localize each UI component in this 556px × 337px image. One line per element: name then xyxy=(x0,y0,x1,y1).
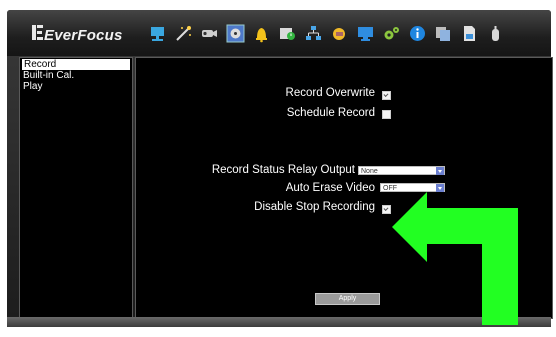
apply-button[interactable]: Apply xyxy=(315,293,380,305)
info-icon[interactable] xyxy=(408,24,427,43)
network-tree-icon[interactable] xyxy=(304,24,323,43)
alarm-bell-icon[interactable] xyxy=(252,24,271,43)
auto-erase-value: OFF xyxy=(383,185,397,192)
record-film-icon[interactable] xyxy=(226,24,245,43)
display-icon[interactable] xyxy=(356,24,375,43)
camera-icon[interactable] xyxy=(200,24,219,43)
magic-wand-icon[interactable] xyxy=(174,24,193,43)
sidebar-item-play[interactable]: Play xyxy=(20,81,132,92)
event-icon[interactable] xyxy=(330,24,349,43)
schedule-record-label: Schedule Record xyxy=(286,107,375,119)
annotation-arrow-icon xyxy=(392,192,518,325)
schedule-record-checkbox[interactable] xyxy=(382,110,391,119)
document-icon[interactable] xyxy=(460,24,479,43)
settings-sidebar: Record Built-in Cal. Play xyxy=(19,57,133,319)
record-overwrite-checkbox[interactable] xyxy=(382,91,391,100)
relay-output-label: Record Status Relay Output xyxy=(211,164,355,176)
disable-stop-checkbox[interactable] xyxy=(382,205,391,214)
disable-stop-label: Disable Stop Recording xyxy=(254,201,375,213)
auto-erase-select[interactable]: OFF xyxy=(380,183,445,192)
sidebar-item-built-in-cal[interactable]: Built-in Cal. xyxy=(20,70,132,81)
record-overwrite-label: Record Overwrite xyxy=(285,87,375,99)
settings-gears-icon[interactable] xyxy=(382,24,401,43)
chevron-down-icon xyxy=(436,184,444,192)
schedule-icon[interactable] xyxy=(278,24,297,43)
relay-output-select[interactable]: None xyxy=(358,166,445,175)
copy-icon[interactable] xyxy=(434,24,453,43)
toolbar-icon-row xyxy=(148,24,505,43)
relay-output-value: None xyxy=(361,168,378,175)
brand-logo: EverFocus xyxy=(44,27,123,44)
network-icon[interactable] xyxy=(148,24,167,43)
chevron-down-icon xyxy=(436,167,444,175)
auto-erase-label: Auto Erase Video xyxy=(285,182,375,194)
everfocus-logo-icon xyxy=(32,25,43,40)
sidebar-item-record[interactable]: Record xyxy=(22,59,130,70)
power-icon[interactable] xyxy=(486,24,505,43)
